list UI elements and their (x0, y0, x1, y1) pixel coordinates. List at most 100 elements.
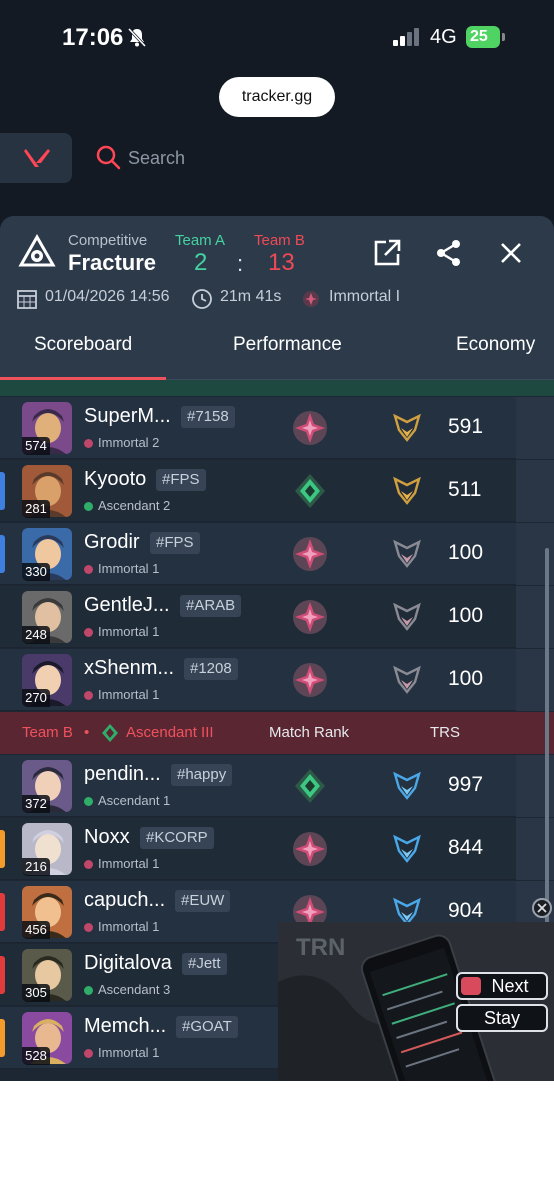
player-row[interactable]: 330 Grodir #FPS Immortal 1 100 (0, 523, 554, 585)
match-mode: Competitive (68, 232, 148, 249)
player-rank: Immortal 1 (84, 1045, 159, 1060)
battery-level: 25 (470, 28, 488, 45)
player-tag: #ARAB (180, 595, 242, 617)
share-icon[interactable] (434, 238, 464, 268)
player-row[interactable]: 574 SuperM... #7158 Immortal 2 591 (0, 397, 554, 459)
player-row[interactable]: 281 Kyooto #FPS Ascendant 2 511 (0, 460, 554, 522)
player-rank: Immortal 1 (84, 624, 159, 639)
match-rank-immortal-icon (291, 661, 329, 699)
trs-tier-icon (391, 665, 423, 695)
column-match-rank: Match Rank (269, 724, 350, 741)
player-name[interactable]: xShenm... (84, 657, 174, 680)
account-level: 305 (22, 984, 50, 1002)
team-b-average-rank: Ascendant III (126, 724, 214, 741)
video-ad[interactable]: TRN Next Stay (278, 922, 554, 1082)
player-name[interactable]: Grodir (84, 531, 140, 554)
account-level: 330 (22, 563, 50, 581)
ad-next-button[interactable]: Next (456, 972, 548, 1000)
team-b-header: Team B • Ascendant III Match Rank TRS (0, 712, 554, 754)
ascendant-rank-icon (84, 797, 93, 807)
trs-tier-icon (391, 602, 423, 632)
team-b-name: Team B (22, 724, 73, 741)
close-icon[interactable] (496, 238, 526, 268)
ad-stay-label: Stay (483, 1008, 521, 1028)
score-separator: : (237, 251, 244, 276)
calendar-icon (17, 290, 37, 309)
trs-value: 100 (448, 667, 484, 690)
network-type: 4G (430, 26, 457, 48)
player-name[interactable]: Memch... (84, 1015, 166, 1038)
player-tag: #GOAT (176, 1016, 238, 1038)
next-column-shade (516, 397, 554, 459)
column-trs: TRS (430, 724, 460, 741)
trs-value: 997 (448, 773, 484, 796)
player-row[interactable]: 248 GentleJ... #ARAB Immortal 1 100 (0, 586, 554, 648)
immortal-rank-icon (303, 291, 319, 307)
tab-scoreboard[interactable]: Scoreboard (34, 334, 132, 356)
match-rank-ascendant-icon (291, 767, 329, 805)
player-tag: #happy (171, 764, 233, 786)
ascendant-rank-icon (102, 724, 118, 742)
player-name[interactable]: pendin... (84, 763, 161, 786)
account-level: 574 (22, 437, 50, 455)
account-level: 456 (22, 921, 50, 939)
player-rank: Immortal 2 (84, 435, 159, 450)
player-name[interactable]: Kyooto (84, 468, 146, 491)
player-name[interactable]: Noxx (84, 826, 130, 849)
immortal-rank-icon (84, 860, 93, 870)
account-level: 248 (22, 626, 50, 644)
player-name[interactable]: Digitalova (84, 952, 172, 975)
immortal-rank-icon (84, 923, 93, 933)
team-a-strip (0, 380, 554, 396)
player-rank: Immortal 1 (84, 687, 159, 702)
trs-tier-icon (391, 771, 423, 801)
player-row[interactable]: 372 pendin... #happy Ascendant 1 997 (0, 755, 554, 817)
match-tabs: Scoreboard Performance Economy (0, 320, 554, 380)
match-rank-ascendant-icon (291, 472, 329, 510)
player-tag: #FPS (150, 532, 200, 554)
clock-icon (192, 289, 212, 309)
battery-tip (502, 33, 505, 41)
party-indicator (0, 1019, 5, 1057)
average-rank: Immortal I (329, 288, 401, 305)
open-external-icon[interactable] (372, 238, 402, 268)
battery-icon: 25 (466, 26, 500, 48)
status-bar: 17:06 4G 25 (0, 0, 554, 72)
top-nav (0, 133, 554, 183)
ad-close-icon (537, 903, 547, 913)
next-column-shade (516, 460, 554, 522)
trs-value: 591 (448, 415, 484, 438)
player-name[interactable]: SuperM... (84, 405, 171, 428)
immortal-rank-icon (84, 439, 93, 449)
valorant-icon (24, 149, 50, 167)
player-name[interactable]: GentleJ... (84, 594, 170, 617)
party-indicator (0, 956, 5, 994)
player-tag: #Jett (182, 953, 227, 975)
player-tag: #7158 (181, 406, 235, 428)
player-rank: Ascendant 2 (84, 498, 170, 513)
player-row[interactable]: 216 Noxx #KCORP Immortal 1 844 (0, 818, 554, 880)
account-level: 270 (22, 689, 50, 707)
player-tag: #FPS (156, 469, 206, 491)
trs-value: 100 (448, 541, 484, 564)
player-name[interactable]: capuch... (84, 889, 165, 912)
ad-stay-button[interactable]: Stay (456, 1004, 548, 1032)
search-input[interactable] (128, 143, 328, 173)
tab-performance[interactable]: Performance (233, 334, 342, 356)
ad-close-button[interactable] (532, 898, 552, 918)
page-blank-area (0, 1081, 554, 1200)
ascendant-rank-icon (84, 986, 93, 996)
immortal-rank-icon (84, 565, 93, 575)
tab-economy[interactable]: Economy (456, 334, 535, 356)
search-icon[interactable] (96, 145, 122, 171)
trs-value: 511 (448, 478, 482, 501)
player-row[interactable]: 270 xShenm... #1208 Immortal 1 100 (0, 649, 554, 711)
trs-tier-icon (391, 539, 423, 569)
player-rank: Immortal 1 (84, 561, 159, 576)
account-level: 372 (22, 795, 50, 813)
valorant-logo-button[interactable] (0, 133, 72, 183)
account-level: 528 (22, 1047, 50, 1065)
match-rank-immortal-icon (291, 535, 329, 573)
match-date: 01/04/2026 14:56 (45, 288, 170, 305)
url-bar[interactable]: tracker.gg (219, 77, 335, 117)
